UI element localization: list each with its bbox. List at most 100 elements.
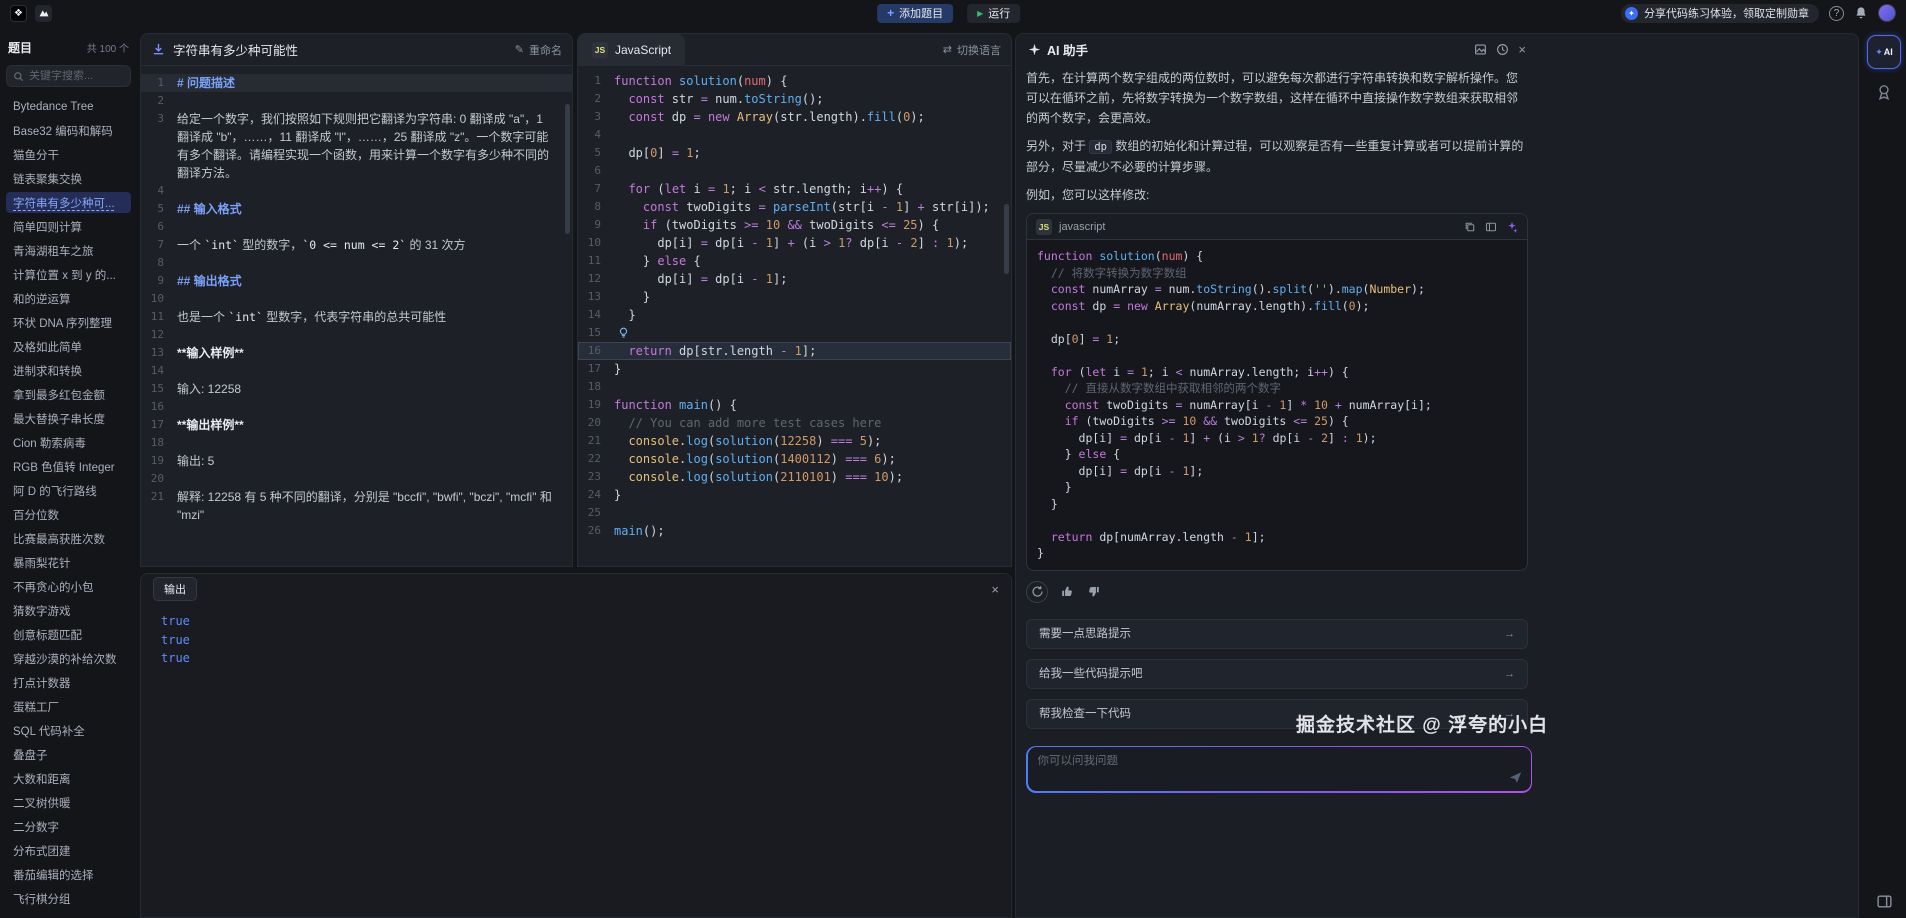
editor-line[interactable]: 17} [578,360,1011,378]
line-number: 12 [578,270,614,288]
insert-code-icon[interactable] [1485,221,1497,233]
close-output-icon[interactable]: × [991,582,999,597]
editor-line[interactable]: 18 [578,378,1011,396]
editor-line[interactable]: 22 console.log(solution(1400112) === 6); [578,450,1011,468]
ai-suggestion[interactable]: 需要一点思路提示→ [1026,619,1528,649]
editor-line[interactable]: 21 console.log(solution(12258) === 5); [578,432,1011,450]
sidebar-item[interactable]: 青海湖租车之旅 [6,240,131,261]
editor-line[interactable]: 8 const twoDigits = parseInt(str[i - 1] … [578,198,1011,216]
editor-line[interactable]: 2 const str = num.toString(); [578,90,1011,108]
close-ai-panel-icon[interactable]: × [1518,43,1526,56]
ai-suggestion[interactable]: 帮我检查一下代码→ [1026,699,1528,729]
ai-question-input[interactable] [1038,755,1521,767]
export-image-icon[interactable] [1474,43,1487,56]
sidebar-item[interactable]: 和的逆运算 [6,288,131,309]
sidebar-item[interactable]: 猜数字游戏 [6,600,131,621]
sidebar-item[interactable]: 拿到最多红包金额 [6,384,131,405]
help-icon[interactable]: ? [1829,6,1844,21]
thumbs-up-icon[interactable] [1061,585,1074,598]
tab-javascript[interactable]: JS JavaScript [578,34,685,66]
editor-line[interactable]: 6 [578,162,1011,180]
editor-line[interactable]: 23 console.log(solution(2110101) === 10)… [578,468,1011,486]
lightbulb-icon[interactable] [617,326,630,339]
editor-line[interactable]: 20 // You can add more test cases here [578,414,1011,432]
sidebar-item[interactable]: 叠盘子 [6,744,131,765]
sidebar-item[interactable]: 比赛最高获胜次数 [6,528,131,549]
sidebar-item[interactable]: 蛋糕工厂 [6,696,131,717]
sidebar-item[interactable]: 字符串有多少种可... [6,192,131,213]
editor-line[interactable]: 14 } [578,306,1011,324]
run-button[interactable]: ▶ 运行 [967,4,1020,23]
sidebar-item[interactable]: 进制求和转换 [6,360,131,381]
editor-line[interactable]: 13 } [578,288,1011,306]
editor-line[interactable]: 24} [578,486,1011,504]
sidebar-item[interactable]: 不再贪心的小包 [6,576,131,597]
sidebar-item[interactable]: Cion 勒索病毒 [6,432,131,453]
history-icon[interactable] [1496,43,1509,56]
problem-scrollbar[interactable] [565,104,570,234]
editor-line[interactable]: 19function main() { [578,396,1011,414]
ai-assistant-toggle[interactable]: ✦ AI [1867,35,1901,69]
sidebar-item[interactable]: 简单四则计算 [6,216,131,237]
editor-line[interactable]: 5 dp[0] = 1; [578,144,1011,162]
editor-line[interactable]: 26main(); [578,522,1011,540]
editor-line[interactable]: 9 if (twoDigits >= 10 && twoDigits <= 25… [578,216,1011,234]
promo-banner[interactable]: ✦ 分享代码练习体验，领取定制勋章 [1621,4,1819,23]
editor-line[interactable]: 3 const dp = new Array(str.length).fill(… [578,108,1011,126]
line-number: 10 [578,234,614,252]
sidebar-item[interactable]: 计算位置 x 到 y 的... [6,264,131,285]
editor-line[interactable]: 25 [578,504,1011,522]
thumbs-down-icon[interactable] [1087,585,1100,598]
editor-line[interactable]: 16 return dp[str.length - 1]; [578,342,1011,360]
add-problem-button[interactable]: + 添加题目 [877,4,953,23]
editor-body[interactable]: 1function solution(num) {2 const str = n… [578,66,1011,566]
switch-language-button[interactable]: ⇄ 切换语言 [943,42,1001,58]
ai-suggestion[interactable]: 给我一些代码提示吧→ [1026,659,1528,689]
regenerate-button[interactable] [1026,581,1048,603]
editor-line[interactable]: 15 [578,324,1011,342]
sidebar-item[interactable]: 阿 D 的飞行路线 [6,480,131,501]
panel-toggle-icon[interactable] [1876,893,1893,910]
sidebar-item[interactable]: 二分数字 [6,816,131,837]
search-box[interactable] [6,65,131,87]
editor-line[interactable]: 10 dp[i] = dp[i - 1] + (i > 1? dp[i - 2]… [578,234,1011,252]
sidebar-item[interactable]: 最大替换子串长度 [6,408,131,429]
sidebar-item[interactable]: 链表聚集交换 [6,168,131,189]
sidebar-item[interactable]: 穿越沙漠的补给次数 [6,648,131,669]
rename-button[interactable]: ✎ 重命名 [515,42,562,58]
sidebar-item[interactable]: Bytedance Tree [6,96,131,117]
editor-line[interactable]: 7 for (let i = 1; i < str.length; i++) { [578,180,1011,198]
send-icon[interactable] [1509,771,1522,784]
sidebar-item[interactable]: 二叉树供暖 [6,792,131,813]
sidebar-item[interactable]: SQL 代码补全 [6,720,131,741]
sidebar-item[interactable]: 打点计数器 [6,672,131,693]
sidebar-item[interactable]: 番茄编辑的选择 [6,864,131,885]
sidebar-item[interactable]: 飞行棋分组 [6,888,131,909]
topbar: ❖ + 添加题目 ▶ 运行 ✦ 分享代码练习体验，领取定制勋章 ? [0,0,1906,26]
editor-line[interactable]: 11 } else { [578,252,1011,270]
sidebar-item[interactable]: 分布式团建 [6,840,131,861]
sidebar-item[interactable]: 大数和距离 [6,768,131,789]
editor-line[interactable]: 4 [578,126,1011,144]
editor-scrollbar[interactable] [1004,204,1009,274]
ai-input-box[interactable] [1028,747,1531,791]
output-tab[interactable]: 输出 [153,577,197,601]
magic-wand-icon[interactable] [1506,221,1518,233]
medal-icon[interactable] [1875,83,1893,101]
notification-bell-icon[interactable] [1854,6,1868,20]
copy-icon[interactable] [1464,221,1476,233]
sidebar-item[interactable]: 环状 DNA 序列整理 [6,312,131,333]
mountain-logo-icon[interactable] [35,5,52,22]
sidebar-item[interactable]: RGB 色值转 Integer [6,456,131,477]
sidebar-item[interactable]: 暴雨梨花针 [6,552,131,573]
sidebar-item[interactable]: 及格如此简单 [6,336,131,357]
sidebar-item[interactable]: 猫鱼分干 [6,144,131,165]
editor-line[interactable]: 12 dp[i] = dp[i - 1]; [578,270,1011,288]
app-logo-icon[interactable]: ❖ [10,5,27,22]
search-input[interactable] [29,70,124,82]
editor-line[interactable]: 1function solution(num) { [578,72,1011,90]
sidebar-item[interactable]: 百分位数 [6,504,131,525]
sidebar-item[interactable]: Base32 编码和解码 [6,120,131,141]
sidebar-item[interactable]: 创意标题匹配 [6,624,131,645]
user-avatar[interactable] [1878,4,1896,22]
